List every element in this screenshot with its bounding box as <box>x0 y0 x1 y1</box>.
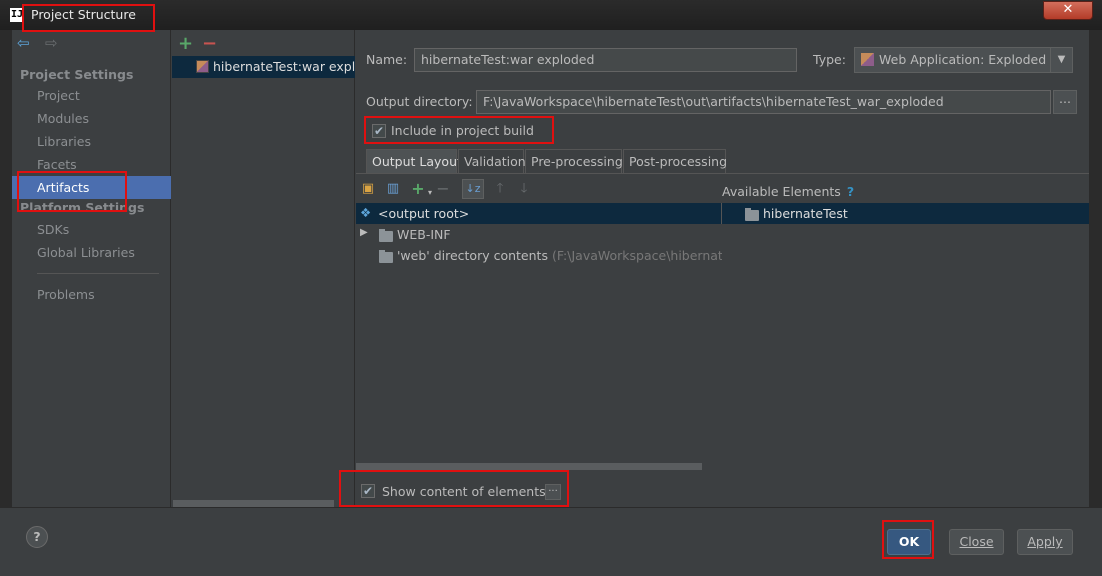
sidebar-item-modules[interactable]: Modules <box>12 107 171 130</box>
move-up-icon[interactable]: 🡑 <box>492 181 508 197</box>
back-arrow-icon[interactable]: ⇦ <box>17 36 33 52</box>
create-archive-icon[interactable]: ▥ <box>385 181 401 197</box>
tab-pre-processing[interactable]: Pre-processing <box>525 149 623 173</box>
remove-element-icon[interactable]: − <box>435 181 451 197</box>
artifact-list-item[interactable]: hibernateTest:war exploded <box>172 56 355 78</box>
sidebar-item-artifacts[interactable]: Artifacts <box>12 176 171 199</box>
available-elements-label: Available Elements? <box>722 184 855 199</box>
tab-output-layout[interactable]: Output Layout <box>366 149 462 173</box>
add-artifact-icon[interactable]: + <box>178 33 193 54</box>
layout-tree-scrollbar[interactable] <box>356 463 702 470</box>
tree-split-divider[interactable] <box>721 203 722 224</box>
help-button[interactable]: ? <box>26 526 48 548</box>
include-build-checkbox[interactable]: ✔ <box>372 124 386 138</box>
window-close-button[interactable]: ✕ <box>1043 1 1093 20</box>
layout-toolbar: ▣ ▥ + ▾ − ↓z 🡑 🡓 Available Elements? <box>356 176 1089 202</box>
settings-sidebar: ⇦ ⇨ Project Settings Project Modules Lib… <box>12 30 171 507</box>
artifact-list-scrollbar[interactable] <box>173 500 334 507</box>
nav-arrows: ⇦ ⇨ <box>17 36 61 52</box>
artifact-details-panel: Name: hibernateTest:war exploded Type: W… <box>356 30 1089 507</box>
sidebar-item-facets[interactable]: Facets <box>12 153 171 176</box>
dropdown-arrow-icon: ▼ <box>1050 48 1072 72</box>
sidebar-item-problems[interactable]: Problems <box>12 283 171 306</box>
project-settings-header: Project Settings <box>20 67 134 82</box>
output-directory-label: Output directory: <box>366 94 473 109</box>
tab-underline <box>356 173 1089 174</box>
title-bar: IJ Project Structure ✕ <box>0 0 1102 30</box>
ok-button[interactable]: OK <box>887 529 931 555</box>
web-directory-path: (F:\JavaWorkspace\hibernateTe <box>551 248 722 263</box>
web-app-type-icon <box>861 53 874 66</box>
sidebar-item-global-libraries[interactable]: Global Libraries <box>12 241 171 264</box>
available-module-label[interactable]: hibernateTest <box>763 206 848 221</box>
move-down-icon[interactable]: 🡓 <box>516 181 532 197</box>
expand-arrow-icon[interactable]: ▶ <box>360 227 368 238</box>
sort-elements-icon[interactable]: ↓z <box>462 179 484 199</box>
forward-arrow-icon[interactable]: ⇨ <box>45 36 61 52</box>
artifact-name-field[interactable]: hibernateTest:war exploded <box>414 48 797 72</box>
web-directory-label: 'web' directory contents <box>397 248 548 263</box>
type-label: Type: <box>813 52 846 67</box>
output-root-icon: ❖ <box>360 205 372 220</box>
show-content-label: Show content of elements <box>382 484 546 499</box>
output-directory-field[interactable]: F:\JavaWorkspace\hibernateTest\out\artif… <box>476 90 1051 114</box>
window-left-border <box>0 30 12 507</box>
module-folder-icon <box>745 208 759 221</box>
window-title: Project Structure <box>31 7 136 22</box>
type-select-value: Web Application: Exploded <box>879 52 1047 67</box>
platform-settings-header: Platform Settings <box>20 200 145 215</box>
show-content-options-button[interactable]: ... <box>545 484 561 500</box>
folder-icon <box>379 229 393 242</box>
war-artifact-icon <box>196 60 209 73</box>
folder-icon <box>379 250 393 263</box>
apply-button[interactable]: Apply <box>1017 529 1073 555</box>
intellij-app-icon: IJ <box>10 8 24 22</box>
sidebar-item-sdks[interactable]: SDKs <box>12 218 171 241</box>
sidebar-item-project[interactable]: Project <box>12 84 171 107</box>
name-label: Name: <box>366 52 408 67</box>
sidebar-item-libraries[interactable]: Libraries <box>12 130 171 153</box>
web-inf-label[interactable]: WEB-INF <box>397 227 451 242</box>
artifact-type-select[interactable]: Web Application: Exploded ▼ <box>854 47 1073 73</box>
web-directory-contents-row[interactable]: 'web' directory contents (F:\JavaWorkspa… <box>397 248 722 263</box>
help-icon[interactable]: ? <box>847 184 854 199</box>
close-button[interactable]: Close <box>949 529 1004 555</box>
output-root-label: <output root> <box>378 206 470 221</box>
browse-output-button[interactable]: ... <box>1053 90 1077 114</box>
artifact-label: hibernateTest:war exploded <box>213 59 355 74</box>
dialog-footer: ? OK Close Apply <box>0 507 1102 576</box>
include-build-label: Include in project build <box>391 123 534 138</box>
sidebar-divider <box>37 273 159 274</box>
tab-validation[interactable]: Validation <box>458 149 526 173</box>
tab-post-processing[interactable]: Post-processing <box>623 149 727 173</box>
remove-artifact-icon[interactable]: − <box>202 33 217 54</box>
artifacts-list-panel: + − hibernateTest:war exploded <box>172 30 355 507</box>
window-right-border <box>1089 30 1102 507</box>
show-content-checkbox[interactable]: ✔ <box>361 484 375 498</box>
create-directory-icon[interactable]: ▣ <box>360 181 376 197</box>
